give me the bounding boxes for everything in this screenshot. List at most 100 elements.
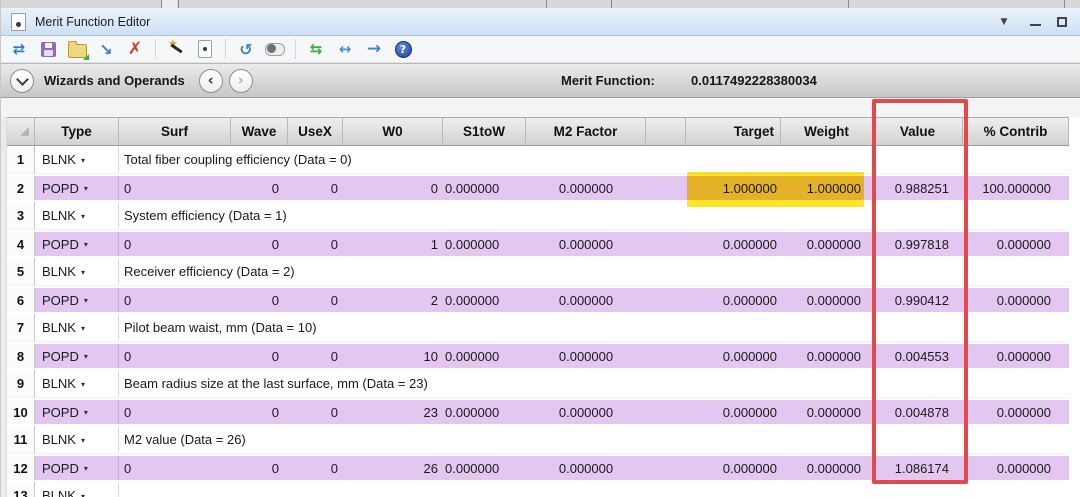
update-button[interactable]: ⇄ — [9, 38, 29, 60]
type-dropdown-arrow-icon[interactable]: ▾ — [81, 492, 85, 497]
surf-cell[interactable]: 0 — [119, 176, 231, 200]
column-header-s1tow[interactable]: S1toW — [443, 118, 526, 145]
open-button[interactable] — [67, 38, 87, 60]
nav-forward-button[interactable]: › — [229, 69, 253, 93]
table-row[interactable]: 10 POPD ▾ 0 0 0 23 0.000000 0.000000 0.0… — [7, 398, 1069, 426]
operand-type-cell[interactable]: BLNK ▾ — [35, 202, 119, 229]
target-cell[interactable]: 0.000000 — [686, 344, 781, 368]
reverse-button[interactable]: ↺ — [236, 38, 256, 60]
weight-cell[interactable]: 1.000000 — [781, 176, 873, 200]
delete-operand-button[interactable]: ✗ — [125, 38, 145, 60]
s1tow-cell[interactable]: 0.000000 — [443, 176, 526, 200]
comment-cell[interactable]: System efficiency (Data = 1) — [119, 202, 1069, 229]
save-button[interactable] — [38, 38, 58, 60]
wave-cell[interactable]: 0 — [231, 232, 288, 256]
table-row[interactable]: 6 POPD ▾ 0 0 0 2 0.000000 0.000000 0.000… — [7, 286, 1069, 314]
row-number[interactable]: 13 — [7, 482, 35, 497]
type-dropdown-arrow-icon[interactable]: ▾ — [84, 184, 88, 193]
operand-type-cell[interactable]: BLNK ▾ — [35, 370, 119, 397]
weight-cell[interactable]: 0.000000 — [781, 344, 873, 368]
surf-cell[interactable]: 0 — [119, 232, 231, 256]
weight-cell[interactable]: 0.000000 — [781, 232, 873, 256]
target-cell[interactable]: 1.000000 — [686, 176, 781, 200]
w0-cell[interactable]: 23 — [343, 400, 443, 424]
value-cell[interactable]: 0.990412 — [873, 288, 963, 312]
s1tow-cell[interactable]: 0.000000 — [443, 400, 526, 424]
table-row[interactable]: 7 BLNK ▾ Pilot beam waist, mm (Data = 10… — [7, 314, 1069, 342]
comment-cell[interactable]: Receiver efficiency (Data = 2) — [119, 258, 1069, 285]
table-row[interactable]: 12 POPD ▾ 0 0 0 26 0.000000 0.000000 0.0… — [7, 454, 1069, 482]
row-number[interactable]: 4 — [7, 232, 35, 256]
row-number[interactable]: 1 — [7, 146, 35, 173]
column-header-contrib[interactable]: % Contrib — [963, 118, 1069, 145]
type-dropdown-arrow-icon[interactable]: ▾ — [81, 436, 85, 445]
type-dropdown-arrow-icon[interactable]: ▾ — [84, 352, 88, 361]
type-dropdown-arrow-icon[interactable]: ▾ — [81, 268, 85, 277]
s1tow-cell[interactable]: 0.000000 — [443, 232, 526, 256]
w0-cell[interactable]: 10 — [343, 344, 443, 368]
m2-factor-cell[interactable]: 0.000000 — [526, 232, 646, 256]
comment-cell[interactable]: Total fiber coupling efficiency (Data = … — [119, 146, 1069, 173]
operand-type-cell[interactable]: POPD ▾ — [35, 288, 119, 312]
column-header-w0[interactable]: W0 — [343, 118, 443, 145]
value-cell[interactable]: 0.004553 — [873, 344, 963, 368]
operand-type-cell[interactable]: BLNK ▾ — [35, 426, 119, 453]
properties-button[interactable] — [195, 38, 215, 60]
table-row[interactable]: 4 POPD ▾ 0 0 0 1 0.000000 0.000000 0.000… — [7, 230, 1069, 258]
value-cell[interactable]: 1.086174 — [873, 456, 963, 480]
m2-factor-cell[interactable]: 0.000000 — [526, 288, 646, 312]
operand-type-cell[interactable]: POPD ▾ — [35, 232, 119, 256]
table-row[interactable]: 13 BLNK ▾ — [7, 482, 1069, 497]
row-number[interactable]: 8 — [7, 344, 35, 368]
w0-cell[interactable]: 26 — [343, 456, 443, 480]
minimize-button[interactable] — [1030, 24, 1041, 26]
m2-factor-cell[interactable]: 0.000000 — [526, 456, 646, 480]
column-header-type[interactable]: Type — [35, 118, 119, 145]
wave-cell[interactable]: 0 — [231, 176, 288, 200]
column-header-wave[interactable]: Wave — [231, 118, 288, 145]
operand-type-cell[interactable]: POPD ▾ — [35, 344, 119, 368]
operand-type-cell[interactable]: BLNK ▾ — [35, 146, 119, 173]
collapse-panel-button[interactable] — [10, 69, 34, 93]
table-row[interactable]: 11 BLNK ▾ M2 value (Data = 26) — [7, 426, 1069, 454]
row-number[interactable]: 2 — [7, 176, 35, 200]
operand-type-cell[interactable]: POPD ▾ — [35, 456, 119, 480]
wave-cell[interactable]: 0 — [231, 400, 288, 424]
window-menu-button[interactable]: ▼ — [994, 11, 1014, 33]
target-cell[interactable]: 0.000000 — [686, 232, 781, 256]
usex-cell[interactable]: 0 — [288, 400, 343, 424]
row-number[interactable]: 12 — [7, 456, 35, 480]
contrib-cell[interactable]: 0.000000 — [963, 232, 1069, 256]
operand-type-cell[interactable]: BLNK ▾ — [35, 482, 119, 497]
table-row[interactable]: 8 POPD ▾ 0 0 0 10 0.000000 0.000000 0.00… — [7, 342, 1069, 370]
column-header-m2factor[interactable]: M2 Factor — [526, 118, 646, 145]
type-dropdown-arrow-icon[interactable]: ▾ — [81, 324, 85, 333]
surf-cell[interactable]: 0 — [119, 456, 231, 480]
wave-cell[interactable]: 0 — [231, 344, 288, 368]
surf-cell[interactable]: 0 — [119, 288, 231, 312]
wave-cell[interactable]: 0 — [231, 456, 288, 480]
contrib-cell[interactable]: 0.000000 — [963, 400, 1069, 424]
table-row[interactable]: 9 BLNK ▾ Beam radius size at the last su… — [7, 370, 1069, 398]
toggle-button[interactable] — [265, 38, 285, 60]
column-header-value[interactable]: Value — [873, 118, 963, 145]
nav-back-button[interactable]: ‹ — [199, 69, 223, 93]
s1tow-cell[interactable]: 0.000000 — [443, 288, 526, 312]
surf-cell[interactable]: 0 — [119, 344, 231, 368]
table-row[interactable]: 2 POPD ▾ 0 0 0 0 0.000000 0.000000 1.000… — [7, 174, 1069, 202]
weight-cell[interactable]: 0.000000 — [781, 288, 873, 312]
weight-cell[interactable]: 0.000000 — [781, 400, 873, 424]
comment-cell[interactable]: Beam radius size at the last surface, mm… — [119, 370, 1069, 397]
move-left-right-button[interactable]: ↔ — [335, 38, 355, 60]
type-dropdown-arrow-icon[interactable]: ▾ — [84, 296, 88, 305]
operand-type-cell[interactable]: BLNK ▾ — [35, 258, 119, 285]
go-to-button[interactable]: → — [364, 38, 384, 60]
usex-cell[interactable]: 0 — [288, 232, 343, 256]
type-dropdown-arrow-icon[interactable]: ▾ — [81, 156, 85, 165]
usex-cell[interactable]: 0 — [288, 344, 343, 368]
table-row[interactable]: 1 BLNK ▾ Total fiber coupling efficiency… — [7, 146, 1069, 174]
operand-type-cell[interactable]: POPD ▾ — [35, 176, 119, 200]
contrib-cell[interactable]: 0.000000 — [963, 456, 1069, 480]
row-number[interactable]: 5 — [7, 258, 35, 285]
help-button[interactable]: ? — [393, 38, 413, 60]
